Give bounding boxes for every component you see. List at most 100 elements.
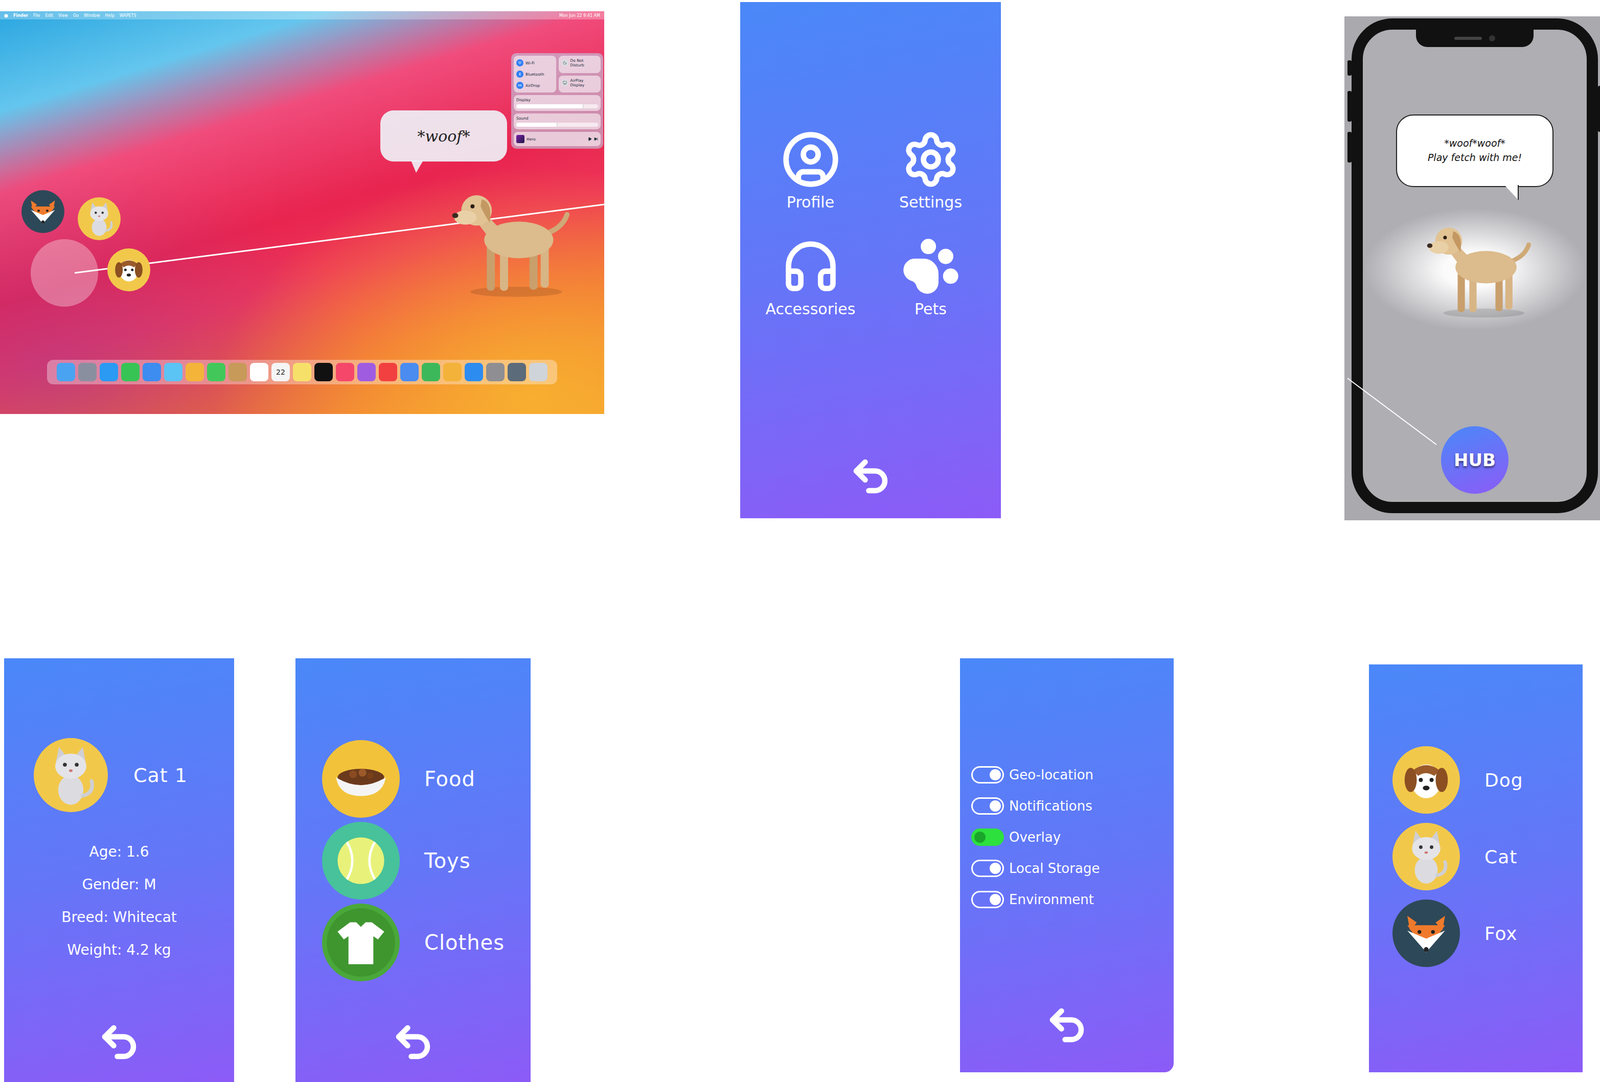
connector-line <box>1344 16 1600 521</box>
fox-icon <box>1392 899 1460 968</box>
pet-stats: Age: 1.6Gender: MBreed: WhitecatWeight: … <box>4 835 235 967</box>
back-button[interactable] <box>391 1020 435 1064</box>
network-toggle[interactable]: Wi-Fi <box>516 58 554 68</box>
hub-menu-item[interactable]: Pets <box>870 236 991 318</box>
toggle-switch[interactable] <box>971 828 1004 847</box>
dock-app[interactable] <box>421 362 441 382</box>
control-slider[interactable]: Sound <box>513 113 601 130</box>
pet-stat: Gender: M <box>81 868 156 902</box>
dock-app[interactable] <box>164 362 183 382</box>
desktop-pet-button[interactable] <box>107 248 151 294</box>
pet-item[interactable]: Fox <box>1392 899 1583 968</box>
desktop-pet-button[interactable] <box>21 190 65 236</box>
phone-frame: *woof*woof*Play fetch with me!HUB <box>1351 18 1598 514</box>
pet-stat: Age: 1.6 <box>88 835 149 869</box>
bluetooth-icon <box>517 72 522 77</box>
desktop-speech: *woof* <box>380 110 508 162</box>
hub-menu-item[interactable]: Profile <box>750 129 871 212</box>
settings-row: Overlay <box>971 821 1174 853</box>
back-row <box>4 1020 235 1082</box>
dock-app[interactable] <box>400 362 419 382</box>
menu-item[interactable]: Finder <box>13 13 29 18</box>
hub-menu-item[interactable]: Accessories <box>750 236 871 318</box>
dock-app[interactable] <box>378 362 398 382</box>
desktop-stage: *woof* Wi-FiBluetoothAirDrop Do Not Distur… <box>0 19 605 360</box>
desktop-dog[interactable] <box>439 184 573 304</box>
toggle-switch[interactable] <box>971 890 1004 909</box>
menu-item[interactable]: Help <box>105 13 115 18</box>
profile-screen: Cat 1 Age: 1.6Gender: MBreed: WhitecatWei… <box>4 658 235 1082</box>
pet-item[interactable]: Cat <box>1392 823 1583 891</box>
menu-item[interactable]: WAPETS <box>119 13 137 18</box>
display-icon <box>562 80 567 85</box>
menu-item[interactable]: File <box>33 13 40 18</box>
airdrop-icon <box>517 83 522 88</box>
dock-app[interactable] <box>486 362 505 382</box>
control-toggle[interactable]: Do Not Disturb <box>558 55 602 74</box>
menu-item[interactable]: Go <box>73 13 79 18</box>
dock-app[interactable] <box>529 362 548 382</box>
control-toggle[interactable]: AirPlay Display <box>558 75 602 94</box>
hover-ring <box>30 239 99 307</box>
back-button[interactable] <box>97 1020 141 1064</box>
settings-row: Notifications <box>971 790 1174 822</box>
dock-app[interactable] <box>56 362 76 382</box>
dock-app[interactable] <box>121 362 140 382</box>
menu-item[interactable]: View <box>58 13 68 18</box>
settings-row: Geo-location <box>971 759 1174 791</box>
dock-app[interactable] <box>185 362 204 382</box>
dock-app[interactable] <box>507 362 527 382</box>
dock-app[interactable] <box>292 362 312 382</box>
dock-app[interactable] <box>314 362 333 382</box>
back-arrow-icon <box>1045 1003 1089 1047</box>
dock-app[interactable] <box>99 362 119 382</box>
pet-item[interactable]: Dog <box>1392 746 1583 814</box>
fox-icon <box>21 190 65 234</box>
toggle-switch[interactable] <box>971 859 1004 878</box>
hub-menu-item[interactable]: Settings <box>870 129 991 212</box>
hub-menu-screen: ProfileSettings AccessoriesPets <box>740 2 1001 519</box>
accessory-item[interactable]: Clothes <box>322 903 531 982</box>
food-icon <box>322 740 400 818</box>
dock-app[interactable] <box>207 362 226 382</box>
wifi-icon <box>517 60 522 65</box>
cat-avatar-icon <box>33 738 108 813</box>
toggle-switch[interactable] <box>971 766 1004 784</box>
now-playing[interactable]: Hero <box>513 131 601 147</box>
menu-clock: Mon Jun 22 9:41 AM <box>559 13 601 18</box>
back-arrow-icon <box>97 1020 141 1064</box>
phone-dog[interactable] <box>1362 207 1588 332</box>
back-arrow-icon <box>849 454 893 498</box>
control-slider[interactable]: Display <box>513 95 601 111</box>
accessory-item[interactable]: Food <box>322 740 531 818</box>
phone-screen: *woof*woof*Play fetch with me!HUB <box>1344 16 1600 521</box>
moon-icon <box>562 60 567 65</box>
pet-name: Cat 1 <box>133 764 188 787</box>
clothes-icon <box>322 903 400 982</box>
dock-app[interactable] <box>249 362 269 382</box>
calendar-app[interactable]: 22 <box>271 362 290 382</box>
dock-app[interactable] <box>335 362 355 382</box>
cat-icon <box>77 197 121 241</box>
desktop-pet-button[interactable] <box>77 197 121 243</box>
desktop-screen: Finder File Edit View Go Window Help WAPETS Mon … <box>0 11 605 415</box>
back-button[interactable] <box>1045 1003 1089 1047</box>
settings-list: Geo-locationNotificationsOverlayLocal St… <box>960 658 1174 916</box>
skip-icon[interactable] <box>593 136 599 142</box>
back-button[interactable] <box>849 454 893 498</box>
hub-button[interactable]: HUB <box>1441 426 1509 494</box>
dock-app[interactable] <box>142 362 162 382</box>
dock-app[interactable] <box>78 362 97 382</box>
dock-app[interactable] <box>443 362 462 382</box>
network-toggle[interactable]: Bluetooth <box>516 69 554 79</box>
play-icon[interactable] <box>587 136 592 142</box>
network-toggle[interactable]: AirDrop <box>516 80 554 90</box>
pet-stat: Weight: 4.2 kg <box>66 933 171 967</box>
dock-app[interactable] <box>464 362 484 382</box>
dock-app[interactable] <box>357 362 376 382</box>
dock-app[interactable] <box>228 362 247 382</box>
accessory-item[interactable]: Toys <box>322 821 531 900</box>
menu-item[interactable]: Window <box>83 13 101 18</box>
menu-item[interactable]: Edit <box>44 13 54 18</box>
toggle-switch[interactable] <box>971 797 1004 815</box>
